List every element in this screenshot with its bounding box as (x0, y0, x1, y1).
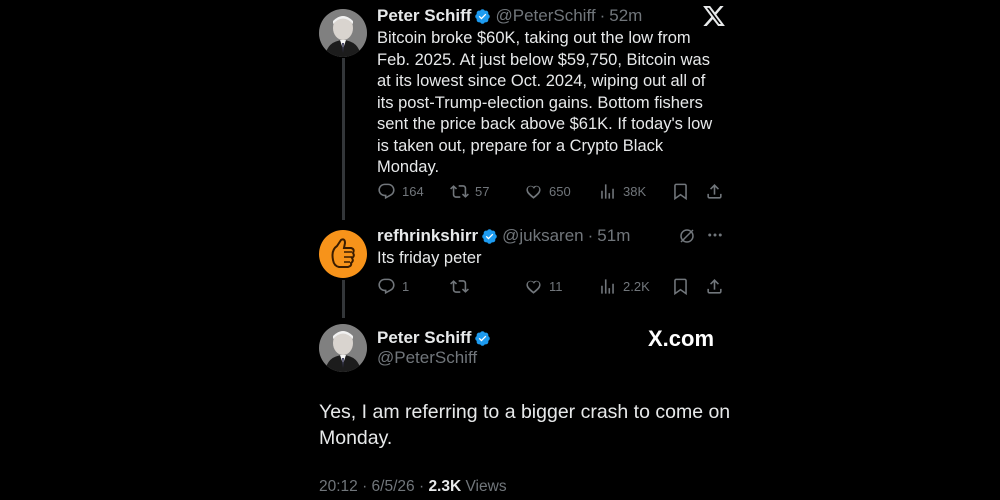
x-logo-icon[interactable] (703, 6, 725, 26)
display-name[interactable]: Peter Schiff (377, 6, 471, 26)
timestamp[interactable]: 52m (609, 6, 642, 26)
tweet-actions: 1 11 2.2K (377, 275, 727, 297)
grok-icon[interactable] (678, 227, 696, 245)
reply-count: 164 (402, 183, 424, 199)
repost-button[interactable] (450, 275, 475, 297)
main-tweet-header: Peter Schiff (377, 328, 495, 348)
handle[interactable]: @PeterSchiff (377, 348, 477, 368)
bookmark-icon (674, 278, 687, 295)
views-count: 2.2K (623, 278, 650, 294)
verified-badge-icon (474, 8, 491, 25)
more-options-icon[interactable] (706, 226, 724, 244)
share-button[interactable] (705, 275, 724, 297)
views-button[interactable]: 38K (598, 180, 646, 202)
handle[interactable]: @PeterSchiff (495, 6, 595, 26)
repost-count: 57 (475, 183, 490, 199)
post-timestamp[interactable]: 20:12 · 6/5/26 · (319, 478, 424, 495)
verified-badge-icon (474, 330, 491, 347)
views-count: 38K (623, 183, 647, 199)
like-button[interactable]: 11 (524, 275, 563, 297)
views-label: Views (465, 478, 507, 495)
repost-button[interactable]: 57 (450, 180, 489, 202)
tweet-actions: 164 57 650 38K (377, 180, 727, 202)
reply-count: 1 (402, 278, 410, 294)
main-tweet-text: Yes, I am referring to a bigger crash to… (319, 401, 731, 449)
share-icon (707, 183, 722, 199)
avatar[interactable] (319, 9, 367, 57)
like-count: 11 (549, 278, 563, 294)
tweet-meta: 20:12 · 6/5/26 · 2.3K Views (319, 478, 507, 496)
bookmark-icon (674, 183, 687, 200)
bookmark-button[interactable] (671, 180, 690, 202)
verified-badge-icon (481, 228, 498, 245)
handle[interactable]: @juksaren (502, 226, 584, 246)
separator-dot: · (587, 226, 594, 245)
thread-connector-line (342, 280, 345, 318)
tweet-header: refhrinkshirr @juksaren · 51m (377, 226, 630, 246)
avatar[interactable] (319, 324, 367, 372)
reply-icon (378, 183, 395, 199)
share-icon (707, 278, 722, 294)
repost-icon (450, 279, 469, 293)
timestamp[interactable]: 51m (597, 226, 630, 246)
views-button[interactable]: 2.2K (598, 275, 650, 297)
xcom-watermark: X.com (648, 326, 715, 351)
tweet-thread: Peter Schiff @PeterSchiff · 52m Bitcoin … (0, 0, 1000, 500)
display-name[interactable]: Peter Schiff (377, 328, 471, 348)
analytics-icon (601, 183, 614, 199)
display-name[interactable]: refhrinkshirr (377, 226, 478, 246)
heart-icon (526, 185, 541, 199)
reply-button[interactable]: 1 (377, 275, 409, 297)
thread-connector-line (342, 58, 345, 220)
tweet-text: Bitcoin broke $60K, taking out the low f… (377, 29, 713, 176)
reply-button[interactable]: 164 (377, 180, 424, 202)
analytics-icon (601, 278, 614, 294)
avatar[interactable] (319, 230, 367, 278)
separator-dot: · (599, 6, 606, 25)
share-button[interactable] (705, 180, 724, 202)
repost-icon (450, 184, 469, 198)
heart-icon (526, 280, 541, 294)
views-total: 2.3K (428, 478, 462, 495)
main-tweet-handle-row: @PeterSchiff (377, 348, 477, 368)
like-count: 650 (549, 183, 571, 199)
tweet-text: Its friday peter (377, 249, 482, 267)
bookmark-button[interactable] (671, 275, 690, 297)
like-button[interactable]: 650 (524, 180, 571, 202)
tweet-header: Peter Schiff @PeterSchiff · 52m (377, 6, 642, 26)
reply-icon (378, 278, 395, 294)
